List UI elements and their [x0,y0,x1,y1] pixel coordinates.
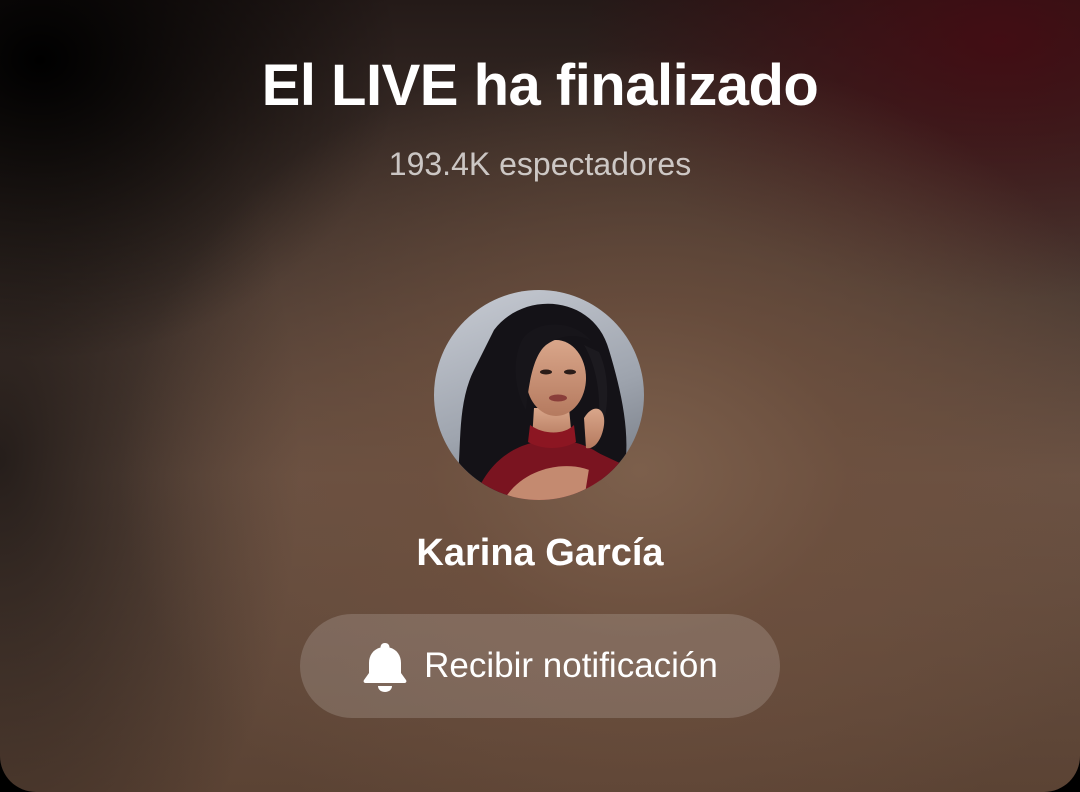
notify-button[interactable]: Recibir notificación [300,614,780,718]
notify-button-label: Recibir notificación [424,646,718,685]
page-title: El LIVE ha finalizado [261,53,819,118]
bell-icon [363,643,407,692]
avatar-photo [454,303,634,500]
host-name[interactable]: Karina García [0,530,1080,576]
viewer-count: 193.4K espectadores [388,146,692,182]
avatar[interactable] [434,290,644,500]
live-ended-screen: El LIVE ha finalizado 193.4K espectadore… [0,0,1080,792]
